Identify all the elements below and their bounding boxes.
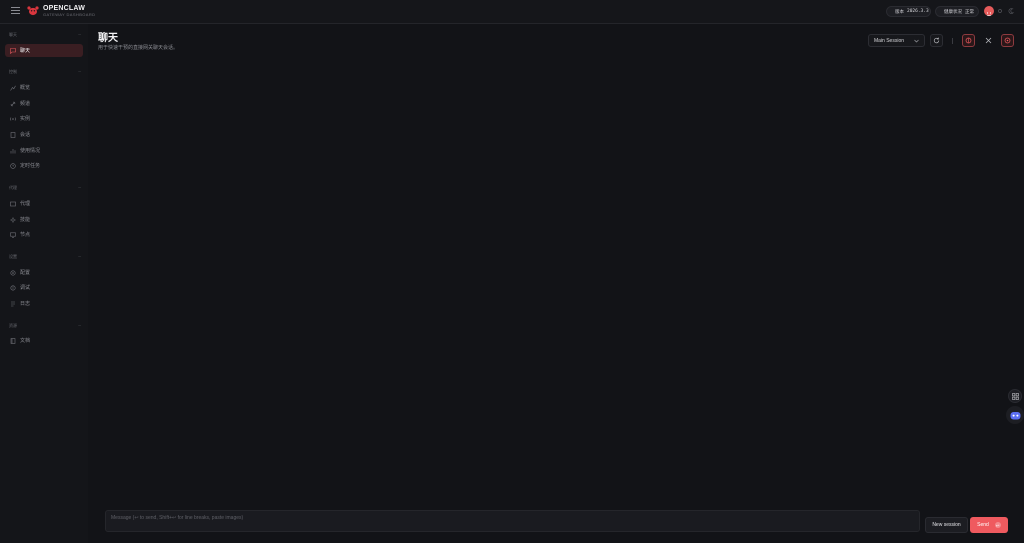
sidebar-item-logs[interactable]: 日志 xyxy=(5,297,83,310)
sidebar-item-cron[interactable]: 定时任务 xyxy=(5,159,83,172)
section-title: 聊天 xyxy=(9,32,17,37)
brand-name: OPENCLAW xyxy=(43,5,86,12)
send-button[interactable]: Send ↩ xyxy=(970,517,1008,533)
lobster-logo-icon xyxy=(27,6,39,16)
section-title: 控制 xyxy=(9,69,17,74)
sidebar-item-label: 实例 xyxy=(20,116,31,122)
bug-icon xyxy=(10,284,16,291)
session-select[interactable]: Main Session xyxy=(868,34,925,47)
enter-key-icon: ↩ xyxy=(994,522,1001,528)
sidebar-section-resources[interactable]: 资源 – xyxy=(9,323,81,329)
health-label: 健康状况 xyxy=(944,8,962,14)
main-panel: 聊天 用于快速干预的直接网关聊天会话。 Main Session New ses… xyxy=(88,24,1024,543)
chevron-down-icon xyxy=(914,39,919,42)
focus-button[interactable] xyxy=(1001,34,1014,47)
section-title: 代理 xyxy=(9,185,17,190)
version-label: 版本 xyxy=(895,8,904,14)
smile-icon xyxy=(986,12,992,17)
sidebar-item-label: 日志 xyxy=(20,301,31,307)
message-input[interactable] xyxy=(106,511,919,531)
avatar[interactable] xyxy=(984,6,994,17)
book-icon xyxy=(10,337,16,344)
sidebar-item-label: 配置 xyxy=(20,270,31,276)
version-value: 2026.3.3 xyxy=(907,9,929,14)
apps-grid-button[interactable] xyxy=(1008,389,1022,403)
menu-icon[interactable] xyxy=(11,7,20,15)
new-session-button[interactable]: New session xyxy=(925,517,968,533)
sidebar-item-usage[interactable]: 使用情况 xyxy=(5,144,83,157)
brain-icon xyxy=(965,37,972,44)
sun-icon[interactable] xyxy=(996,7,1004,15)
radio-icon xyxy=(10,116,16,121)
send-label: Send xyxy=(977,522,989,528)
sidebar-item-label: 概览 xyxy=(20,85,31,91)
folder-icon xyxy=(10,201,16,206)
sidebar-item-sessions[interactable]: 会话 xyxy=(5,128,83,141)
sidebar-item-instances[interactable]: 实例 xyxy=(5,112,83,125)
page-subtitle: 用于快速干预的直接网关聊天会话。 xyxy=(98,45,179,51)
moon-icon[interactable] xyxy=(1007,7,1015,15)
monitor-icon xyxy=(10,232,16,238)
sidebar: 聊天 – 聊天 控制 – 概览 频道 实例 会话 使用情况 定时任务 代理 – 代理 … xyxy=(0,24,88,543)
sidebar-item-skills[interactable]: 技能 xyxy=(5,213,83,226)
version-pill: 版本 2026.3.3 xyxy=(886,6,931,17)
chevron-icon: – xyxy=(78,69,81,75)
refresh-icon xyxy=(933,37,940,44)
sidebar-item-label: 代理 xyxy=(20,201,31,207)
sidebar-section-chat[interactable]: 聊天 – xyxy=(9,32,81,38)
message-composer xyxy=(105,510,920,532)
session-select-value: Main Session xyxy=(874,37,905,44)
sidebar-item-overview[interactable]: 概览 xyxy=(5,81,83,94)
link-icon xyxy=(10,101,16,106)
page-title: 聊天 xyxy=(98,33,118,44)
grid-icon xyxy=(1011,392,1019,400)
sidebar-item-label: 调试 xyxy=(20,285,31,291)
settings-icon xyxy=(10,269,16,276)
chevron-icon: – xyxy=(78,185,81,191)
sidebar-item-agents[interactable]: 代理 xyxy=(5,197,83,210)
sidebar-item-config[interactable]: 配置 xyxy=(5,266,83,279)
refresh-button[interactable] xyxy=(930,34,943,47)
sidebar-item-label: 文档 xyxy=(20,338,31,344)
brand-subtitle: GATEWAY DASHBOARD xyxy=(43,12,96,17)
sidebar-item-label: 会话 xyxy=(20,132,31,138)
log-icon xyxy=(11,301,15,306)
sidebar-item-debug[interactable]: 调试 xyxy=(5,281,83,294)
chart-icon xyxy=(10,85,16,91)
sidebar-item-docs[interactable]: 文档 xyxy=(5,334,83,347)
sidebar-item-nodes[interactable]: 节点 xyxy=(5,228,83,241)
top-bar: OPENCLAW GATEWAY DASHBOARD 版本 2026.3.3 健… xyxy=(0,0,1024,24)
health-value: 正常 xyxy=(965,9,974,15)
sidebar-item-chat[interactable]: 聊天 xyxy=(5,44,83,57)
sidebar-item-channels[interactable]: 频道 xyxy=(5,97,83,110)
toolbar-divider xyxy=(952,38,953,44)
bar-chart-icon xyxy=(10,148,16,153)
sidebar-section-control[interactable]: 控制 – xyxy=(9,69,81,75)
close-button[interactable] xyxy=(982,34,995,47)
target-icon xyxy=(1004,37,1011,44)
close-icon xyxy=(985,37,992,44)
clock-icon xyxy=(10,162,16,169)
robot-icon xyxy=(1010,411,1020,419)
health-pill: 健康状况 正常 xyxy=(935,6,979,17)
brand: OPENCLAW GATEWAY DASHBOARD xyxy=(43,5,95,18)
sidebar-item-label: 聊天 xyxy=(20,48,31,54)
sidebar-item-label: 使用情况 xyxy=(20,148,41,154)
chevron-icon: – xyxy=(78,323,81,329)
sidebar-item-label: 节点 xyxy=(20,232,31,238)
sparkle-icon xyxy=(10,216,16,223)
document-icon xyxy=(10,131,16,138)
sidebar-section-agents[interactable]: 代理 – xyxy=(9,185,81,191)
sidebar-item-label: 频道 xyxy=(20,101,31,107)
sidebar-item-label: 定时任务 xyxy=(20,163,41,169)
sidebar-item-label: 技能 xyxy=(20,217,31,223)
chat-bubble-icon xyxy=(10,47,16,54)
assistant-bot-button[interactable] xyxy=(1006,406,1024,424)
chevron-icon: – xyxy=(78,254,81,260)
chevron-icon: – xyxy=(78,32,81,38)
section-title: 资源 xyxy=(9,323,17,328)
section-title: 设置 xyxy=(9,254,17,259)
stop-button[interactable] xyxy=(962,34,975,47)
sidebar-section-settings[interactable]: 设置 – xyxy=(9,254,81,260)
